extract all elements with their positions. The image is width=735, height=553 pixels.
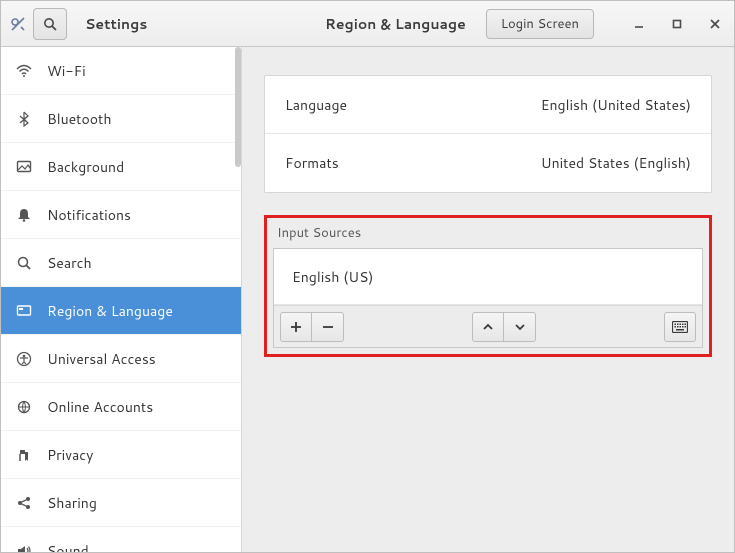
minimize-button[interactable] (628, 13, 650, 35)
region-settings-card: Language English (United States) Formats… (264, 75, 712, 193)
minus-icon (321, 320, 335, 334)
chevron-down-icon (514, 321, 526, 333)
sidebar-item-notifications[interactable]: Notifications (1, 191, 241, 239)
input-sources-label: Input Sources (277, 224, 703, 242)
input-source-item[interactable]: English (US) (274, 249, 702, 305)
sidebar-item-wifi[interactable]: Wi-Fi (1, 47, 241, 95)
keyboard-icon (672, 321, 688, 333)
search-icon (15, 254, 33, 272)
sidebar-item-sound[interactable]: Sound (1, 527, 241, 552)
universal-access-icon (15, 350, 33, 368)
chevron-up-icon (482, 321, 494, 333)
sidebar-item-online-accounts[interactable]: Online Accounts (1, 383, 241, 431)
sidebar-item-label: Sound (47, 541, 89, 553)
sidebar-item-label: Privacy (47, 445, 93, 465)
sidebar-item-universal-access[interactable]: Universal Access (1, 335, 241, 383)
remove-input-source-button[interactable] (312, 312, 344, 342)
input-sources-toolbar (274, 305, 702, 347)
keyboard-layout-button[interactable] (664, 312, 696, 342)
titlebar: Settings Region & Language Login Screen (1, 1, 734, 47)
formats-row[interactable]: Formats United States (English) (265, 134, 711, 192)
input-source-label: English (US) (292, 267, 373, 287)
sound-icon (15, 542, 33, 553)
wifi-icon (15, 62, 33, 80)
app-title: Settings (85, 14, 147, 34)
input-sources-highlight: Input Sources English (US) (264, 215, 712, 357)
move-up-button[interactable] (472, 312, 504, 342)
panel-title: Region & Language (325, 14, 466, 34)
sidebar-item-search[interactable]: Search (1, 239, 241, 287)
sidebar: Wi-Fi Bluetooth Background Notifications… (1, 47, 241, 552)
sidebar-item-label: Online Accounts (47, 397, 153, 417)
sidebar-item-bluetooth[interactable]: Bluetooth (1, 95, 241, 143)
bluetooth-icon (15, 110, 33, 128)
settings-tools-icon (9, 15, 27, 33)
sharing-icon (15, 494, 33, 512)
sidebar-item-label: Background (47, 157, 124, 177)
add-input-source-button[interactable] (280, 312, 312, 342)
login-screen-button[interactable]: Login Screen (486, 9, 594, 39)
language-label: Language (285, 95, 347, 115)
sidebar-item-privacy[interactable]: Privacy (1, 431, 241, 479)
input-sources-list: English (US) (273, 248, 703, 348)
sidebar-item-label: Region & Language (47, 301, 173, 321)
sidebar-item-sharing[interactable]: Sharing (1, 479, 241, 527)
formats-label: Formats (285, 153, 339, 173)
notifications-icon (15, 206, 33, 224)
sidebar-item-background[interactable]: Background (1, 143, 241, 191)
sidebar-item-label: Wi-Fi (47, 61, 86, 81)
content-panel: Language English (United States) Formats… (241, 47, 734, 552)
plus-icon (289, 320, 303, 334)
sidebar-item-label: Universal Access (47, 349, 156, 369)
sidebar-item-label: Notifications (47, 205, 131, 225)
formats-value: United States (English) (541, 153, 691, 173)
sidebar-item-label: Sharing (47, 493, 97, 513)
language-row[interactable]: Language English (United States) (265, 76, 711, 134)
sidebar-item-label: Search (47, 253, 92, 273)
close-button[interactable] (704, 13, 726, 35)
move-down-button[interactable] (504, 312, 536, 342)
maximize-button[interactable] (666, 13, 688, 35)
language-value: English (United States) (541, 95, 691, 115)
search-button[interactable] (33, 8, 67, 40)
sidebar-item-label: Bluetooth (47, 109, 111, 129)
sidebar-item-region-language[interactable]: Region & Language (1, 287, 241, 335)
scrollbar[interactable] (235, 47, 241, 167)
online-accounts-icon (15, 398, 33, 416)
background-icon (15, 158, 33, 176)
region-language-icon (15, 302, 33, 320)
privacy-icon (15, 446, 33, 464)
search-icon (43, 17, 57, 31)
